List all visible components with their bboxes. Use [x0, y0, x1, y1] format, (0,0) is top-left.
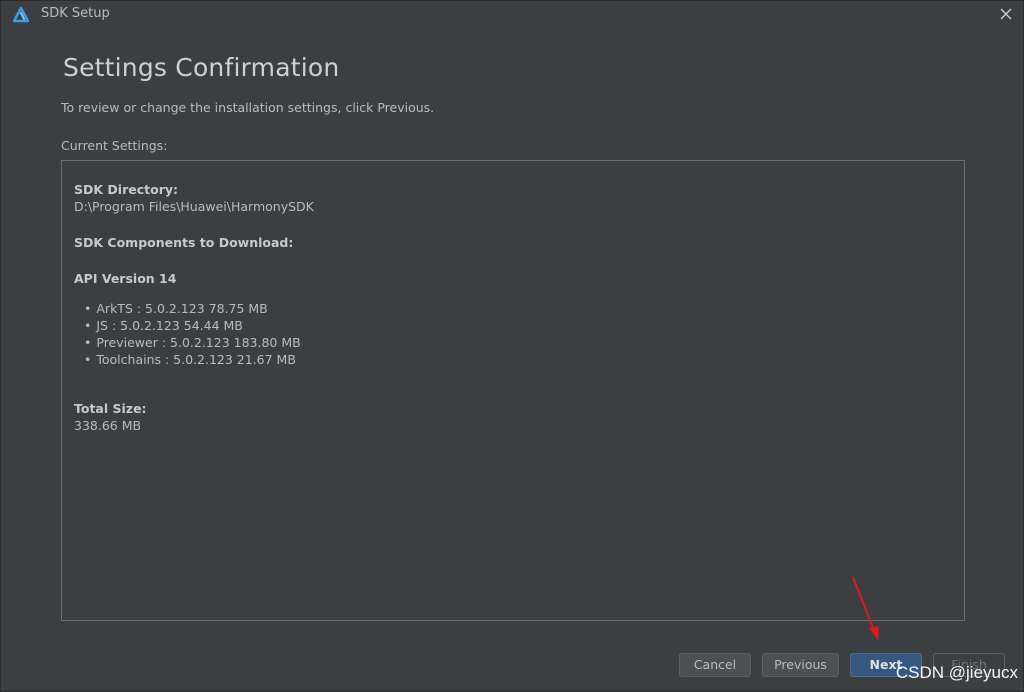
settings-summary-content: SDK Directory: D:\Program Files\Huawei\H…	[74, 181, 314, 434]
component-item: • Previewer : 5.0.2.123 183.80 MB	[74, 334, 314, 351]
instruction-text: To review or change the installation set…	[61, 100, 435, 115]
bullet-icon: •	[84, 335, 92, 350]
component-item: • Toolchains : 5.0.2.123 21.67 MB	[74, 351, 314, 368]
component-text: JS : 5.0.2.123 54.44 MB	[96, 318, 243, 333]
window-title: SDK Setup	[41, 6, 110, 21]
close-icon[interactable]	[997, 5, 1015, 23]
harmony-logo-icon	[12, 6, 30, 23]
settings-summary-box[interactable]: SDK Directory: D:\Program Files\Huawei\H…	[61, 160, 965, 621]
component-text: Toolchains : 5.0.2.123 21.67 MB	[96, 352, 296, 367]
components-label: SDK Components to Download:	[74, 235, 294, 250]
previous-button[interactable]: Previous	[762, 653, 839, 677]
component-text: Previewer : 5.0.2.123 183.80 MB	[96, 335, 301, 350]
title-bar: SDK Setup	[1, 1, 1023, 28]
bullet-icon: •	[84, 318, 92, 333]
api-version-label: API Version 14	[74, 271, 177, 286]
finish-button: Finish	[933, 653, 1005, 677]
sdk-directory-value: D:\Program Files\Huawei\HarmonySDK	[74, 199, 314, 214]
sdk-directory-label: SDK Directory:	[74, 182, 179, 197]
total-size-label: Total Size:	[74, 401, 147, 416]
total-size-value: 338.66 MB	[74, 418, 142, 433]
cancel-button[interactable]: Cancel	[679, 653, 751, 677]
component-item: • JS : 5.0.2.123 54.44 MB	[74, 317, 314, 334]
page-title: Settings Confirmation	[63, 53, 340, 82]
component-item: • ArkTS : 5.0.2.123 78.75 MB	[74, 300, 314, 317]
sdk-setup-window: SDK Setup Settings Confirmation To revie…	[0, 0, 1024, 692]
bullet-icon: •	[84, 352, 92, 367]
current-settings-label: Current Settings:	[61, 138, 168, 153]
bullet-icon: •	[84, 301, 92, 316]
component-text: ArkTS : 5.0.2.123 78.75 MB	[96, 301, 268, 316]
next-button[interactable]: Next	[850, 653, 922, 677]
